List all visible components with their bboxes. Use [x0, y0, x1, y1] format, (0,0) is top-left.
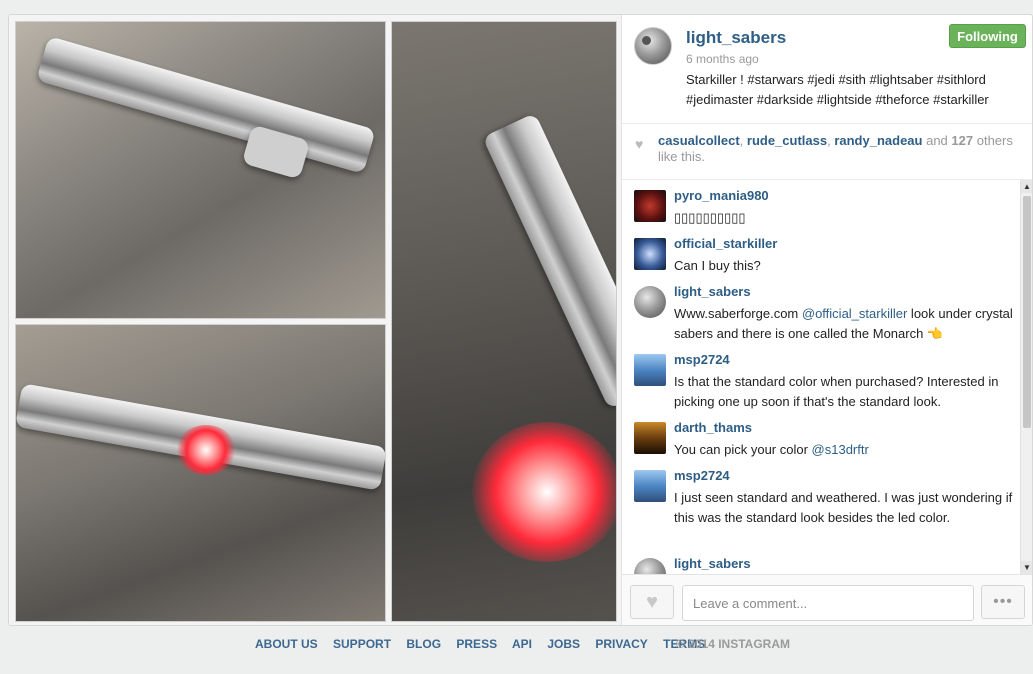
photo-collage-top-left — [15, 21, 386, 319]
comment-username[interactable]: msp2724 — [674, 352, 730, 367]
comments-scrollbar[interactable]: ▲ ▼ — [1020, 180, 1032, 574]
like-user[interactable]: casualcollect — [658, 133, 740, 148]
copyright: © 2014 INSTAGRAM — [676, 637, 790, 651]
scroll-down-arrow-icon[interactable]: ▼ — [1021, 561, 1032, 574]
scroll-thumb[interactable] — [1023, 196, 1031, 428]
post-caption: Starkiller ! #starwars #jedi #sith #ligh… — [686, 72, 989, 107]
post-username[interactable]: light_sabers — [686, 28, 786, 48]
likes-count[interactable]: 127 — [951, 133, 973, 148]
comment-text: Www.saberforge.com @official_starkiller … — [674, 306, 1013, 341]
more-options-button[interactable]: ••• — [981, 585, 1025, 619]
comment-text: ▯▯▯▯▯▯▯▯▯▯ — [674, 210, 746, 225]
following-button[interactable]: Following — [949, 24, 1026, 48]
comment-username[interactable]: darth_thams — [674, 420, 752, 435]
comments-list: pyro_mania980 ▯▯▯▯▯▯▯▯▯▯ official_starki… — [622, 180, 1020, 574]
scroll-up-arrow-icon[interactable]: ▲ — [1021, 180, 1032, 193]
heart-icon: ♥ — [635, 136, 644, 152]
post-time[interactable]: 6 months ago — [686, 52, 759, 66]
footer-link-about[interactable]: ABOUT US — [255, 637, 318, 651]
like-button[interactable]: ♥ — [630, 585, 674, 619]
comment-input[interactable] — [682, 585, 974, 621]
comment-avatar[interactable] — [634, 354, 666, 386]
comment-avatar[interactable] — [634, 470, 666, 502]
like-user[interactable]: rude_cutlass — [747, 133, 827, 148]
photo-collage-right — [391, 21, 617, 622]
heart-icon: ♥ — [646, 591, 658, 613]
avatar[interactable] — [634, 27, 672, 65]
footer-link-privacy[interactable]: PRIVACY — [595, 637, 647, 651]
likes-summary: ♥ casualcollect, rude_cutlass, randy_nad… — [622, 123, 1032, 180]
comment-username[interactable]: light_sabers — [674, 556, 751, 571]
likes-text: casualcollect, rude_cutlass, randy_nadea… — [658, 133, 1013, 164]
like-user[interactable]: randy_nadeau — [834, 133, 922, 148]
comment-avatar[interactable] — [634, 190, 666, 222]
comment-avatar[interactable] — [634, 238, 666, 270]
comment-avatar[interactable] — [634, 558, 666, 574]
site-footer-links: ABOUT US SUPPORT BLOG PRESS API JOBS PRI… — [255, 637, 717, 651]
post-card: light_sabers 6 months ago Starkiller ! #… — [8, 14, 1033, 626]
mention-link[interactable]: @official_starkiller — [802, 306, 907, 321]
more-dots-icon: ••• — [993, 593, 1013, 610]
comment-avatar[interactable] — [634, 422, 666, 454]
footer-link-blog[interactable]: BLOG — [406, 637, 441, 651]
post-sidebar: light_sabers 6 months ago Starkiller ! #… — [621, 15, 1032, 625]
comment-text: Can I buy this? — [674, 258, 761, 273]
comment-username[interactable]: light_sabers — [674, 284, 751, 299]
footer-link-support[interactable]: SUPPORT — [333, 637, 391, 651]
mention-link[interactable]: @s13drftr — [812, 442, 869, 457]
comment-username[interactable]: pyro_mania980 — [674, 188, 769, 203]
comment-text: You can pick your color @s13drftr — [674, 442, 869, 457]
comment-text: Is that the standard color when purchase… — [674, 374, 999, 409]
footer-link-press[interactable]: PRESS — [456, 637, 497, 651]
comment-text: I just seen standard and weathered. I wa… — [674, 490, 1013, 525]
footer-link-jobs[interactable]: JOBS — [547, 637, 580, 651]
comment-username[interactable]: official_starkiller — [674, 236, 777, 251]
comment-username[interactable]: msp2724 — [674, 468, 730, 483]
comment-avatar[interactable] — [634, 286, 666, 318]
post-photo[interactable] — [9, 15, 621, 625]
photo-collage-bottom-left — [15, 324, 386, 622]
footer-link-api[interactable]: API — [512, 637, 532, 651]
post-header: light_sabers 6 months ago Starkiller ! #… — [622, 15, 1032, 124]
comment-bar: ♥ ••• — [622, 574, 1032, 625]
